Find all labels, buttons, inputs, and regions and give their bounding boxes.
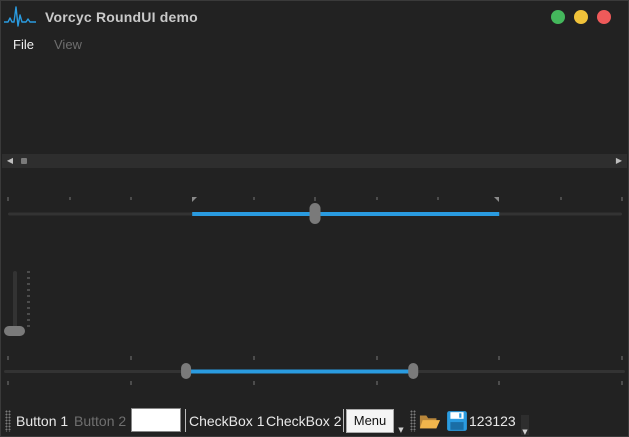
vertical-slider-ticks: [27, 271, 30, 327]
toolbar: Button 1 Button 2 CheckBox 1 CheckBox 2 …: [1, 405, 628, 436]
spin-down-arrow-icon[interactable]: ▼: [521, 415, 529, 436]
range-slider-bottom-high-thumb[interactable]: [408, 363, 419, 379]
range-slider-top-fill: [192, 212, 500, 216]
vertical-slider-track: [13, 271, 17, 333]
sliders-canvas: [4, 197, 625, 385]
range-slider-bottom-ticks-top: [7, 356, 623, 360]
range-slider-top-ticks: [7, 197, 623, 201]
range-slider-bottom-fill: [186, 369, 414, 374]
checkbox-1[interactable]: CheckBox 1: [189, 413, 264, 429]
numeric-spin-value[interactable]: 123123: [469, 413, 516, 429]
button-1[interactable]: Button 1: [16, 413, 68, 429]
toolbar-separator: [185, 409, 186, 432]
checkbox-2[interactable]: CheckBox 2: [266, 413, 341, 429]
range-slider-bottom[interactable]: [4, 356, 625, 385]
chevron-down-icon[interactable]: ▼: [397, 427, 405, 434]
menu-button[interactable]: Menu: [346, 409, 394, 433]
vertical-slider[interactable]: [4, 271, 30, 336]
range-low-marker-icon: [192, 197, 197, 202]
folder-open-icon[interactable]: [419, 410, 441, 432]
range-slider-bottom-ticks-bottom: [7, 381, 623, 385]
button-2[interactable]: Button 2: [74, 413, 126, 429]
range-slider-top[interactable]: [7, 197, 623, 224]
range-slider-top-thumb[interactable]: [309, 203, 321, 224]
range-high-marker-icon: [494, 197, 499, 202]
toolbar-text-input[interactable]: [131, 408, 181, 432]
floppy-save-icon[interactable]: [446, 410, 468, 432]
vertical-slider-thumb[interactable]: [4, 326, 25, 336]
range-slider-bottom-low-thumb[interactable]: [181, 363, 192, 379]
toolbar-separator: [343, 409, 344, 432]
toolbar-grip-handle[interactable]: [5, 410, 11, 432]
app-window: Vorcyc RoundUI demo File View ◀ ▶ Button…: [0, 0, 629, 437]
toolbar-grip-handle[interactable]: [410, 410, 416, 432]
